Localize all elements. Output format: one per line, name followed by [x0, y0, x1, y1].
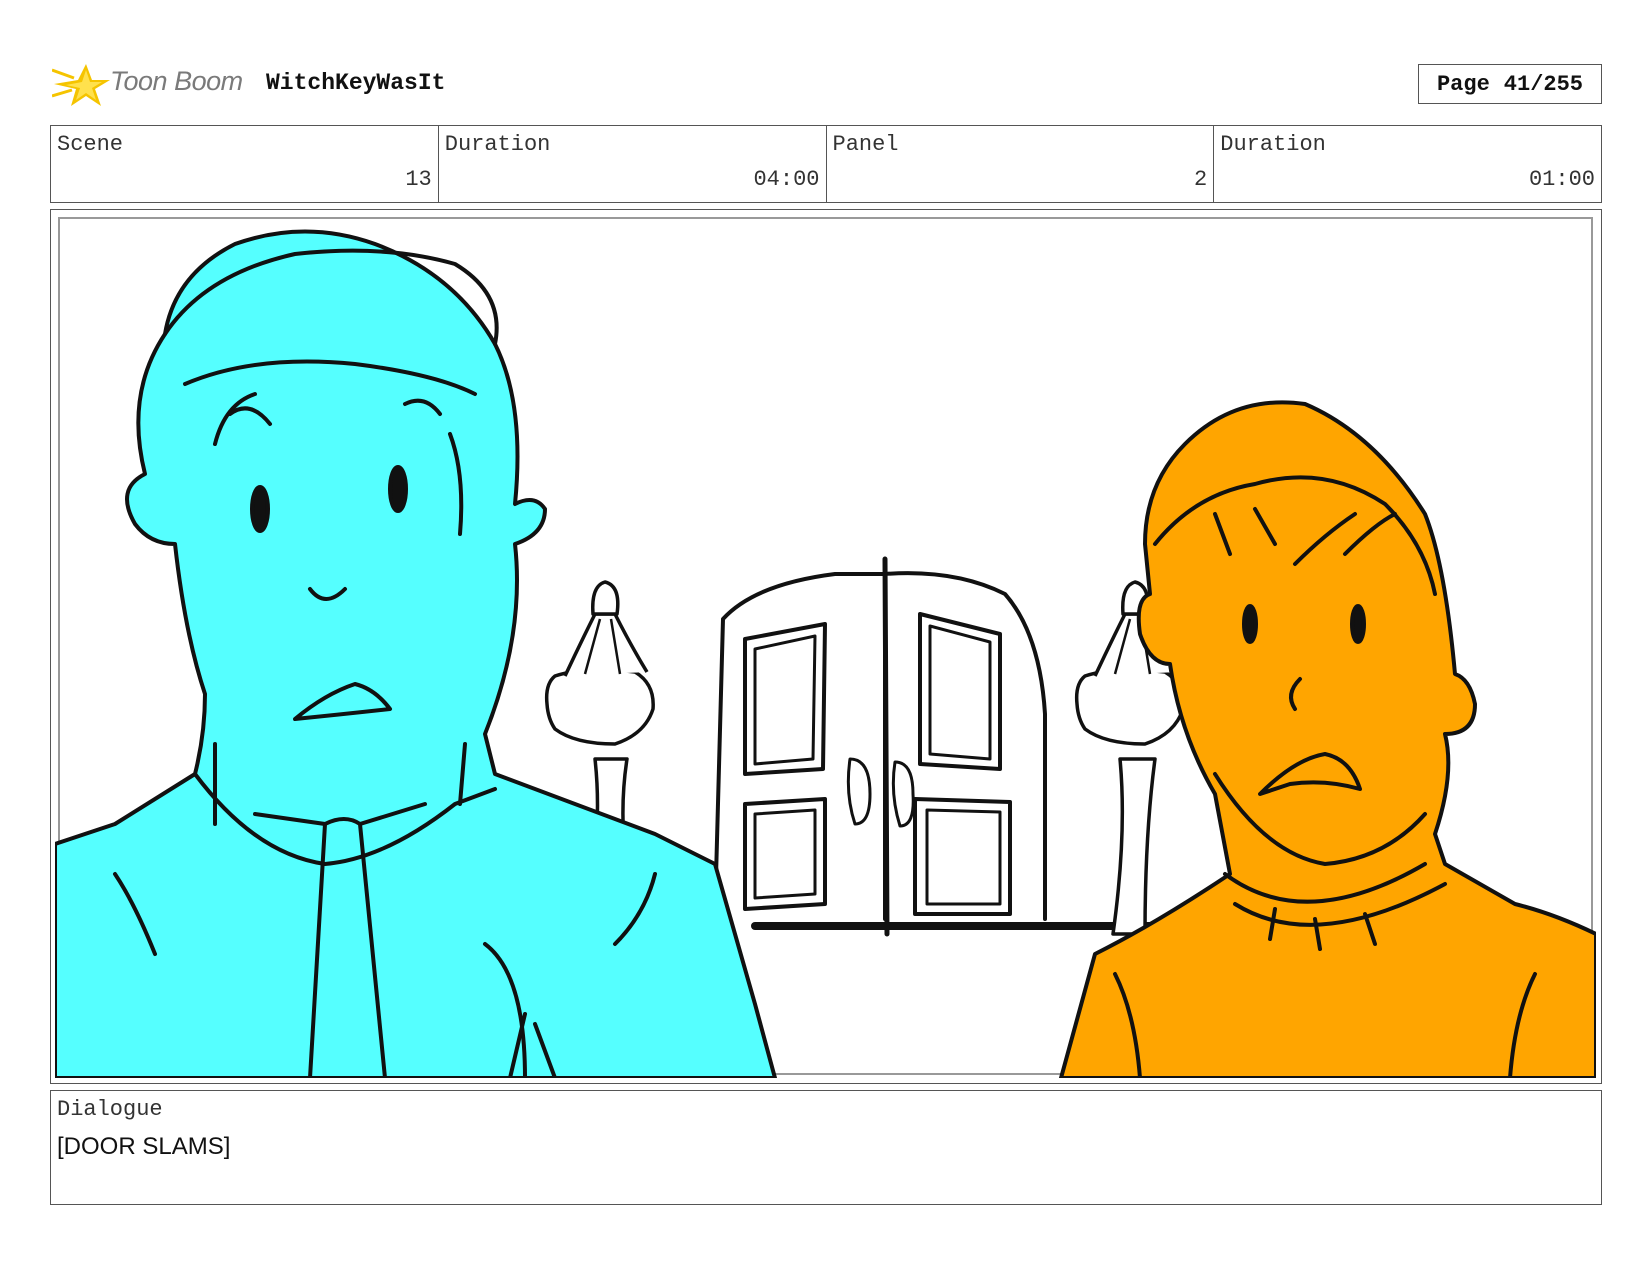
dialogue-box: Dialogue [DOOR SLAMS] — [50, 1090, 1602, 1205]
page-label: Page — [1436, 71, 1490, 97]
panel-duration-value: 01:00 — [1528, 167, 1595, 192]
panel-duration-label: Duration — [1220, 132, 1326, 157]
storyboard-panel — [50, 209, 1602, 1084]
toon-boom-logo: Toon Boom — [51, 56, 252, 112]
panel-duration-cell: Duration 01:00 — [1214, 126, 1601, 202]
project-title: WitchKeyWasIt — [266, 70, 446, 96]
scene-duration-cell: Duration 04:00 — [439, 126, 827, 202]
dialogue-text: [DOOR SLAMS] — [57, 1133, 231, 1160]
scene-value: 13 — [405, 167, 432, 192]
panel-label: Panel — [832, 132, 899, 157]
page-indicator: Page 41/255 — [1418, 64, 1602, 104]
scene-duration-label: Duration — [444, 132, 551, 157]
scene-duration-value: 04:00 — [753, 167, 820, 192]
info-row: Scene 13 Duration 04:00 Panel 2 Duration… — [50, 125, 1602, 203]
scene-cell: Scene 13 — [51, 126, 439, 202]
scene-label: Scene — [57, 132, 124, 157]
brand-name: Toon Boom — [110, 66, 243, 96]
panel-drawing — [55, 217, 1596, 1078]
panel-value: 2 — [1194, 167, 1208, 192]
page-value: 41/255 — [1503, 71, 1584, 97]
dialogue-label: Dialogue — [57, 1097, 163, 1122]
star-burst-icon — [51, 64, 110, 106]
panel-cell: Panel 2 — [827, 126, 1215, 202]
